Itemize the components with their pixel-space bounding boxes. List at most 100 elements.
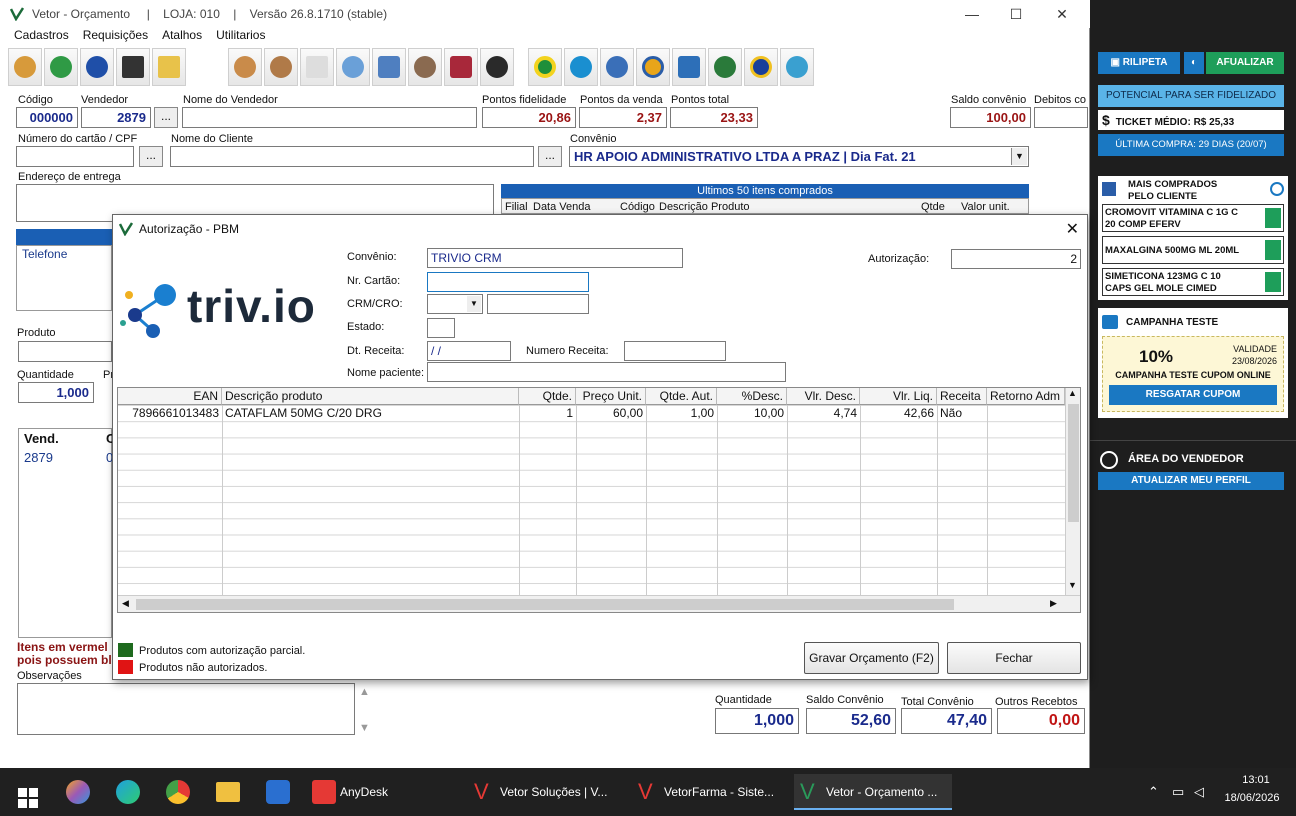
chrome-icon[interactable] <box>166 780 190 804</box>
col-descricao[interactable]: Descrição produto <box>222 388 519 405</box>
dlg-crm-field[interactable] <box>487 294 589 314</box>
mais-comprado-item[interactable]: CROMOVIT VITAMINA C 1G C 20 COMP EFERV <box>1102 204 1284 232</box>
toolbar-pharma-button[interactable] <box>600 48 634 86</box>
toolbar-figure-button[interactable] <box>564 48 598 86</box>
toolbar-f-button[interactable] <box>672 48 706 86</box>
resgatar-cupom-button[interactable]: RESGATAR CUPOM <box>1109 385 1277 405</box>
vendedor-field[interactable]: 2879 <box>81 107 151 128</box>
crm-dropdown-icon[interactable]: ▼ <box>467 296 481 312</box>
barcode-icon[interactable] <box>1265 208 1281 228</box>
maximize-icon[interactable]: ☐ <box>1006 4 1026 24</box>
dlg-cartao-field[interactable] <box>427 272 589 292</box>
toolbar-person-button[interactable] <box>408 48 442 86</box>
col-retorno[interactable]: Retorno Adm <box>987 388 1065 405</box>
scroll-thumb[interactable] <box>1068 404 1079 522</box>
toolbar-group-button[interactable] <box>264 48 298 86</box>
task-vetor-orcamento[interactable]: V Vetor - Orçamento ... <box>794 774 952 810</box>
convenio-dropdown-icon[interactable]: ▼ <box>1011 148 1027 165</box>
toolbar-documents-button[interactable] <box>300 48 334 86</box>
col-desc[interactable]: %Desc. <box>717 388 787 405</box>
codigo-field[interactable]: 000000 <box>16 107 78 128</box>
clock-date[interactable]: 18/06/2026 <box>1220 792 1284 804</box>
toolbar-plus-button[interactable] <box>636 48 670 86</box>
grid-horizontal-scrollbar[interactable]: ◀ ▶ <box>118 595 1080 612</box>
fechar-button[interactable]: Fechar <box>947 642 1081 674</box>
menu-cadastros[interactable]: Cadastros <box>14 28 69 46</box>
col-qtde-aut[interactable]: Qtde. Aut. <box>646 388 717 405</box>
toolbar-web-button[interactable] <box>480 48 514 86</box>
observacoes-scroll-up-icon[interactable]: ▲ <box>359 686 370 698</box>
cliente-lookup-button[interactable]: ... <box>538 146 562 167</box>
quantidade-field[interactable]: 1,000 <box>18 382 94 403</box>
tray-chevron-icon[interactable]: ⌃ <box>1148 774 1159 810</box>
refresh-circle-icon[interactable] <box>1270 182 1284 196</box>
grid-vertical-scrollbar[interactable]: ▲ ▼ <box>1065 388 1080 595</box>
toolbar-refresh-button[interactable] <box>44 48 78 86</box>
toolbar-delivery-button[interactable] <box>444 48 478 86</box>
toolbar-clients-button[interactable] <box>228 48 262 86</box>
close-icon[interactable]: ✕ <box>1052 4 1072 24</box>
observacoes-scroll-down-icon[interactable]: ▼ <box>359 722 370 734</box>
network-icon[interactable]: ▭ <box>1172 774 1184 810</box>
cartao-lookup-button[interactable]: ... <box>139 146 163 167</box>
volume-icon[interactable]: ◁ <box>1194 774 1204 810</box>
side-info-button[interactable]: ◐ <box>1184 52 1204 74</box>
ripilepta-button[interactable]: ▣ RILIPETA <box>1098 52 1180 74</box>
dlg-nome-paciente-field[interactable] <box>427 362 786 382</box>
dlg-dt-receita-field[interactable]: / / <box>427 341 511 361</box>
col-vlr-desc[interactable]: Vlr. Desc. <box>787 388 860 405</box>
toolbar-brazil-button[interactable] <box>528 48 562 86</box>
menu-requisicoes[interactable]: Requisições <box>83 28 148 46</box>
toolbar-search-button[interactable] <box>336 48 370 86</box>
col-preco[interactable]: Preço Unit. <box>576 388 646 405</box>
barcode-icon[interactable] <box>1265 272 1281 292</box>
toolbar-arrow-button[interactable] <box>708 48 742 86</box>
scroll-right-icon[interactable]: ▶ <box>1050 598 1057 609</box>
toolbar-ring-button[interactable] <box>744 48 778 86</box>
dlg-estado-field[interactable] <box>427 318 455 338</box>
nome-cliente-field[interactable] <box>170 146 534 167</box>
barcode-icon[interactable] <box>1265 240 1281 260</box>
atualizar-button[interactable]: AFUALIZAR <box>1206 52 1284 74</box>
scroll-down-icon[interactable]: ▼ <box>1068 580 1077 590</box>
cartao-field[interactable] <box>16 146 134 167</box>
toolbar-edit-button[interactable] <box>152 48 186 86</box>
task-vetorfarma[interactable]: V VetorFarma - Siste... <box>632 774 782 810</box>
clock-time[interactable]: 13:01 <box>1226 774 1286 786</box>
col-vlr-liq[interactable]: Vlr. Liq. <box>860 388 937 405</box>
col-qtde[interactable]: Qtde. <box>519 388 576 405</box>
dlg-numero-receita-field[interactable] <box>624 341 726 361</box>
col-receita[interactable]: Receita <box>937 388 987 405</box>
vendedor-lookup-button[interactable]: ... <box>154 107 178 128</box>
table-row[interactable]: 7896661013483 CATAFLAM 50MG C/20 DRG 1 6… <box>118 405 1065 421</box>
nome-vendedor-field[interactable] <box>182 107 477 128</box>
observacoes-field[interactable] <box>17 683 355 735</box>
col-ean[interactable]: EAN <box>118 388 222 405</box>
menu-utilitarios[interactable]: Utilitarios <box>216 28 265 46</box>
mais-comprado-item[interactable]: SIMETICONA 123MG C 10 CAPS GEL MOLE CIME… <box>1102 268 1284 296</box>
windows-start-icon[interactable] <box>18 782 38 814</box>
hscroll-thumb[interactable] <box>136 599 954 610</box>
mais-comprado-item[interactable]: MAXALGINA 500MG ML 20ML <box>1102 236 1284 264</box>
minimize-icon[interactable]: — <box>962 4 982 24</box>
task-vetor-solucoes[interactable]: V Vetor Soluções | V... <box>468 774 618 810</box>
produto-field[interactable] <box>18 341 112 362</box>
toolbar-dots-button[interactable] <box>780 48 814 86</box>
app-icon[interactable] <box>266 780 290 804</box>
convenio-select[interactable]: HR APOIO ADMINISTRATIVO LTDA A PRAZ | Di… <box>569 146 1029 167</box>
scroll-left-icon[interactable]: ◀ <box>122 598 129 609</box>
edge-icon[interactable] <box>116 780 140 804</box>
gravar-orcamento-button[interactable]: Gravar Orçamento (F2) <box>804 642 939 674</box>
task-anydesk[interactable]: AnyDesk <box>306 774 456 810</box>
dialog-close-icon[interactable]: ✕ <box>1066 219 1079 239</box>
toolbar-users-button[interactable] <box>8 48 42 86</box>
dlg-autorizacao-field[interactable]: 2 <box>951 249 1081 269</box>
toolbar-info-button[interactable] <box>80 48 114 86</box>
dlg-convenio-field[interactable]: TRIVIO CRM <box>427 248 683 268</box>
scroll-up-icon[interactable]: ▲ <box>1068 388 1077 398</box>
toolbar-save-button[interactable] <box>116 48 150 86</box>
copilot-icon[interactable] <box>66 780 90 804</box>
menu-atalhos[interactable]: Atalhos <box>162 28 202 46</box>
file-explorer-icon[interactable] <box>216 782 240 802</box>
atualizar-perfil-button[interactable]: ATUALIZAR MEU PERFIL <box>1098 472 1284 490</box>
